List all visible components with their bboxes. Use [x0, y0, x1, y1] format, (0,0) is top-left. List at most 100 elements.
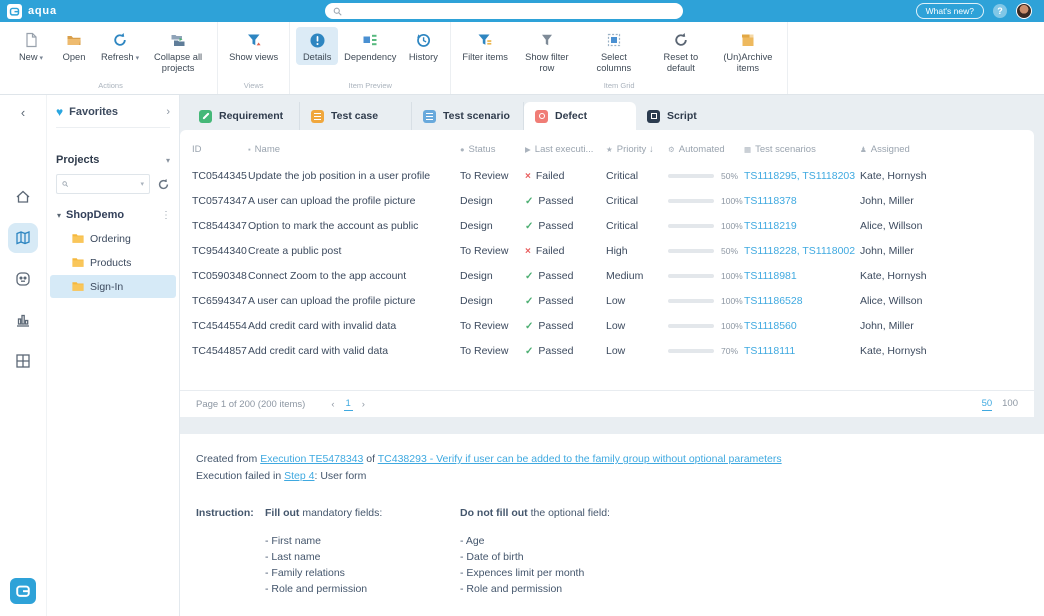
cell-name[interactable]: Update the job position in a user profil… [248, 170, 460, 182]
cell-name[interactable]: Create a public post [248, 245, 460, 257]
column-header-test-scenarios[interactable]: ▦ Test scenarios [744, 144, 860, 155]
user-avatar[interactable] [1016, 3, 1032, 19]
cell-id: TC4544857 [192, 344, 247, 357]
new-button[interactable]: New ▾ [10, 27, 52, 65]
table-row[interactable]: TC9544340 Create a public post To Review… [180, 238, 1034, 263]
nav-defects-icon[interactable] [8, 264, 38, 294]
aqua-logo-icon[interactable] [7, 3, 22, 19]
automated-progress-bar [668, 348, 714, 353]
next-page-button[interactable]: › [362, 399, 365, 410]
list-item: - Expences limit per month [460, 567, 585, 580]
page-size-50-button[interactable]: 50 [981, 398, 993, 411]
page-size-100-button[interactable]: 100 [1002, 398, 1018, 411]
current-page-button[interactable]: 1 [343, 398, 353, 411]
projects-header[interactable]: Projects ▾ [47, 154, 179, 166]
column-header-assigned[interactable]: ♟ Assigned [860, 144, 1034, 155]
dependency-button[interactable]: Dependency [339, 27, 401, 65]
chevron-down-icon[interactable]: ▾ [166, 156, 170, 165]
refresh-button[interactable]: Refresh ▾ [96, 27, 144, 65]
project-search-input[interactable]: ▾ [56, 174, 150, 194]
cell-scenarios[interactable]: TS1118219 [744, 220, 860, 232]
table-row[interactable]: TC8544347 Option to mark the account as … [180, 213, 1034, 238]
result-icon: ✓ [525, 270, 534, 282]
details-button[interactable]: Details [296, 27, 339, 65]
cell-name[interactable]: A user can upload the profile picture [248, 195, 460, 207]
cell-name[interactable]: Add credit card with valid data [248, 345, 460, 357]
column-header-last-execution[interactable]: ▶ Last executi... [525, 144, 606, 155]
collapse-all-projects-button[interactable]: Collapse all projects [145, 27, 211, 75]
help-icon[interactable]: ? [993, 4, 1007, 18]
tab-defect[interactable]: Defect [524, 102, 636, 130]
unarchive-items-button[interactable]: (Un)Archive items [715, 27, 781, 75]
folder-icon [72, 234, 84, 243]
tab-script[interactable]: Script [636, 102, 748, 130]
details-icon [308, 31, 326, 49]
table-row[interactable]: TC0590348 Connect Zoom to the app accoun… [180, 263, 1034, 288]
whats-new-button[interactable]: What's new? [915, 3, 984, 19]
show-views-button[interactable]: Show views [224, 27, 283, 65]
collapse-sidebar-button[interactable]: ‹ [21, 105, 25, 120]
global-search-input[interactable] [347, 5, 675, 17]
cell-result-label: Failed [535, 169, 565, 182]
kebab-menu-icon[interactable]: ⋮ [161, 210, 171, 221]
project-root-shopdemo[interactable]: ▾ ShopDemo ⋮ [47, 204, 179, 226]
table-row[interactable]: TC0574347 A user can upload the profile … [180, 188, 1034, 213]
cell-id: TC4544554 [192, 319, 247, 332]
table-body: TC0544345 Update the job position in a u… [180, 163, 1034, 363]
cell-automated-label: 100% [721, 195, 743, 206]
favorites-section[interactable]: ♥ Favorites › [47, 103, 179, 127]
tab-requirement[interactable]: Requirement [188, 102, 300, 130]
search-icon [333, 7, 342, 16]
prev-page-button[interactable]: ‹ [331, 399, 334, 410]
cell-scenarios[interactable]: TS1118228, TS1118002 [744, 245, 860, 257]
cell-priority: Medium [606, 269, 644, 282]
open-button[interactable]: Open [53, 27, 95, 65]
cell-assigned: Kate, Hornysh [860, 269, 927, 282]
table-row[interactable]: TC4544554 Add credit card with invalid d… [180, 313, 1034, 338]
nav-home-icon[interactable] [8, 182, 38, 212]
table-row[interactable]: TC4544857 Add credit card with valid dat… [180, 338, 1034, 363]
chevron-right-icon[interactable]: › [166, 106, 170, 118]
test-case-link[interactable]: TC438293 - Verify if user can be added t… [378, 453, 782, 465]
column-header-status[interactable]: ● Status [460, 144, 525, 155]
filter-items-button[interactable]: Filter items [457, 27, 512, 65]
cell-result: × Failed [525, 170, 606, 182]
cell-scenarios[interactable]: TS1118111 [744, 345, 860, 357]
cell-assigned: Alice, Willson [860, 294, 923, 307]
cell-name[interactable]: A user can upload the profile picture [248, 295, 460, 307]
history-button[interactable]: History [402, 27, 444, 65]
column-header-name[interactable]: ▪ Name [248, 144, 460, 155]
folder-item-products[interactable]: Products [50, 251, 176, 274]
cell-status: Design [460, 219, 493, 232]
column-header-id[interactable]: ID [192, 144, 248, 155]
global-search[interactable] [325, 3, 683, 19]
step-link[interactable]: Step 4 [284, 470, 314, 482]
chevron-down-icon[interactable]: ▾ [57, 211, 61, 220]
cell-name[interactable]: Option to mark the account as public [248, 220, 460, 232]
cell-scenarios[interactable]: TS1118560 [744, 320, 860, 332]
table-row[interactable]: TC0544345 Update the job position in a u… [180, 163, 1034, 188]
column-header-automated[interactable]: ⚙ Automated [668, 144, 744, 155]
nav-grid-icon[interactable] [8, 346, 38, 376]
cell-scenarios[interactable]: TS1118378 [744, 195, 860, 207]
show-filter-row-button[interactable]: Show filter row [514, 27, 580, 75]
folder-item-sign-in[interactable]: Sign-In [50, 275, 176, 298]
cell-scenarios[interactable]: TS1118981 [744, 270, 860, 282]
refresh-projects-button[interactable] [154, 175, 172, 193]
tab-test-case[interactable]: Test case [300, 102, 412, 130]
reset-to-default-button[interactable]: Reset to default [648, 27, 714, 75]
tab-test-scenario[interactable]: Test scenario [412, 102, 524, 130]
nav-projects-icon[interactable] [8, 223, 38, 253]
show-filter-row-icon [538, 31, 556, 49]
column-header-priority[interactable]: ★ Priority ↓ [606, 144, 668, 155]
table-row[interactable]: TC6594347 A user can upload the profile … [180, 288, 1034, 313]
cell-name[interactable]: Connect Zoom to the app account [248, 270, 460, 282]
select-columns-button[interactable]: Select columns [581, 27, 647, 75]
folder-item-ordering[interactable]: Ordering [50, 227, 176, 250]
cell-name[interactable]: Add credit card with invalid data [248, 320, 460, 332]
cell-scenarios[interactable]: TS1118295, TS1118203 [744, 170, 860, 182]
cell-scenarios[interactable]: TS11186528 [744, 295, 860, 307]
execution-link[interactable]: Execution TE5478343 [260, 453, 363, 465]
toolbar-group-views: Show views Views [218, 22, 291, 94]
nav-reports-icon[interactable] [8, 305, 38, 335]
